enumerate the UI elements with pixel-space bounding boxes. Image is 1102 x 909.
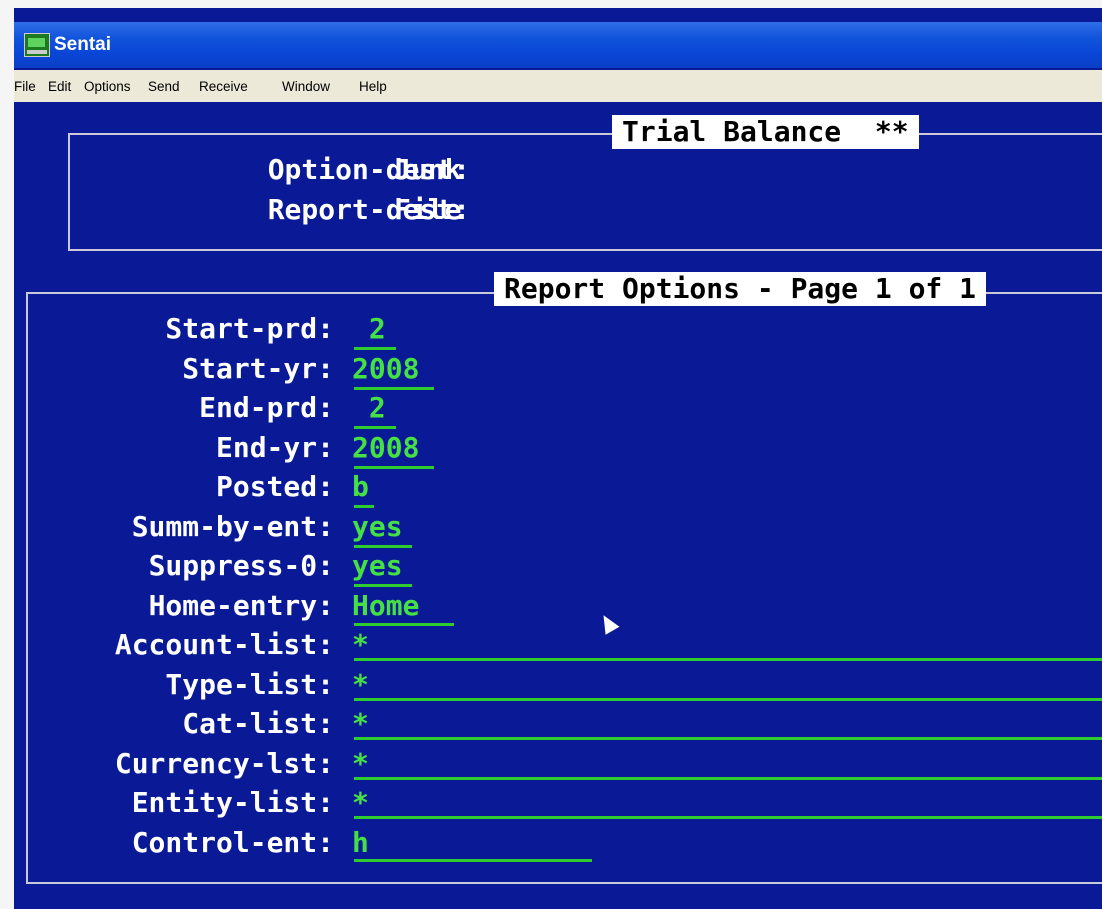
terminal-screen[interactable]: Trial Balance ** Option-dest: Junk Repor… [14,102,1102,909]
home-entry-underline [354,623,454,626]
menu-bar: File Edit Options Send Receive Window He… [14,70,1102,102]
control-ent-field[interactable]: h [352,827,369,859]
entity-list-label: Entity-list: [131,786,334,819]
posted-underline [354,505,374,508]
summ-by-ent-field[interactable]: yes [352,511,403,543]
posted-field[interactable]: b [352,471,369,503]
suppress-0-field[interactable]: yes [352,550,403,582]
cat-list-label: Cat-list: [182,707,334,740]
menu-window[interactable]: Window [282,79,330,94]
home-entry-label: Home-entry: [148,589,334,622]
currency-lst-label: Currency-lst: [114,747,334,780]
account-list-field[interactable]: * [352,629,369,661]
cat-list-underline [354,737,1102,740]
end-prd-label: End-prd: [199,391,334,424]
control-ent-label: Control-ent: [131,826,334,859]
summ-by-ent-label: Summ-by-ent: [131,510,334,543]
type-list-field[interactable]: * [352,669,369,701]
type-list-underline [354,698,1102,701]
menu-help[interactable]: Help [359,79,387,94]
suppress-0-label: Suppress-0: [148,549,334,582]
summ-by-ent-underline [354,545,412,548]
type-list-label: Type-list: [165,668,334,701]
option-dest-value: Junk [394,153,462,186]
currency-lst-field[interactable]: * [352,748,369,780]
menu-file[interactable]: File [14,79,36,94]
account-list-underline [354,658,1102,661]
start-prd-underline [354,347,396,350]
start-yr-underline [354,387,434,390]
menu-options[interactable]: Options [84,79,131,94]
currency-lst-underline [354,777,1102,780]
suppress-0-underline [354,584,412,587]
report-dest-value: File [394,193,462,226]
end-prd-field[interactable]: 2 [352,392,386,424]
start-prd-label: Start-prd: [165,312,334,345]
end-yr-underline [354,466,434,469]
account-list-label: Account-list: [114,628,334,661]
window-title: Sentai [54,34,112,55]
start-yr-label: Start-yr: [182,352,334,385]
menu-edit[interactable]: Edit [48,79,71,94]
end-yr-field[interactable]: 2008 [352,432,419,464]
entity-list-underline [354,816,1102,819]
terminal-app-icon [24,33,50,57]
report-header-box [68,133,1102,251]
entity-list-field[interactable]: * [352,787,369,819]
menu-receive[interactable]: Receive [199,79,248,94]
posted-label: Posted: [215,470,334,503]
menu-send[interactable]: Send [148,79,180,94]
home-entry-field[interactable]: Home [352,590,419,622]
end-yr-label: End-yr: [215,431,334,464]
control-ent-underline [354,859,592,862]
start-yr-field[interactable]: 2008 [352,353,419,385]
start-prd-field[interactable]: 2 [352,313,386,345]
end-prd-underline [354,426,396,429]
report-options-title: Report Options - Page 1 of 1 [494,272,987,306]
title-bar[interactable]: Sentai [14,22,1102,68]
sentai-window: Sentai File Edit Options Send Receive Wi… [14,8,1102,909]
report-title: Trial Balance ** [612,115,919,149]
cat-list-field[interactable]: * [352,708,369,740]
